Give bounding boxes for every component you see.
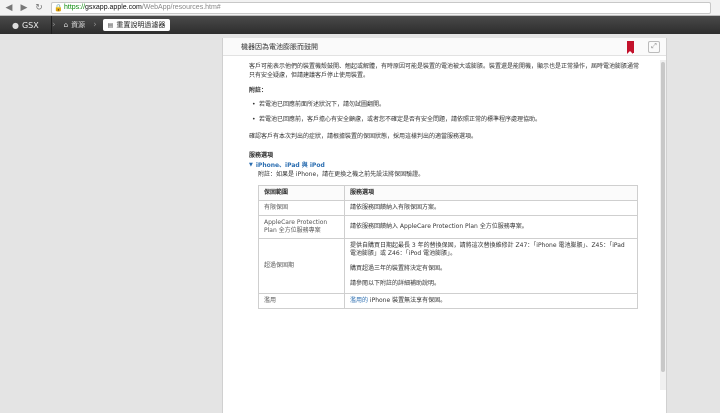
article-body: 客戶可能表示他們的裝置機殼鼓開、翹起或解體，有時原因可能是裝置的電池被大或膨脹。…: [223, 56, 643, 309]
determine-paragraph: 確認客戶有本次判出的症狀，請根據裝置的保固狀態，採用這樣判出的適當服務選項。: [249, 133, 478, 140]
coverage-cell: 有限保固: [258, 200, 345, 216]
table-row: 有限保固 請依服務回饋納入有限保固方案。: [258, 200, 638, 216]
back-icon[interactable]: ◀: [3, 2, 15, 14]
product-title: iPhone、iPad 與 iPod: [255, 162, 325, 169]
service-options-table: 保固範圍 服務選項 有限保固 請依服務回饋納入有限保固方案。 AppleCare…: [258, 185, 638, 309]
coverage-cell: 超過保固期: [258, 238, 345, 294]
breadcrumb-home[interactable]: ⌂ 資源: [56, 16, 93, 34]
option-line: 購買超過三年的裝置將決定有保固。: [350, 265, 447, 272]
home-icon: ⌂: [63, 21, 69, 29]
breadcrumb-current[interactable]: ▤ 重置說明過濾器: [102, 19, 171, 31]
table-row: 超過保固期 提供自購買日期起最長 3 年的替換保固，請將這次替換維修計 Z47：…: [258, 238, 638, 294]
breadcrumb-current-label: 重置說明過濾器: [116, 21, 166, 29]
service-heading: 服務選項: [249, 152, 274, 159]
option-line: 請參閱以下附註的詳細補助說明。: [350, 280, 441, 287]
bookmark-icon[interactable]: [627, 40, 634, 54]
option-cell: 請依服務回饋納入 AppleCare Protection Plan 全方位服務…: [344, 215, 638, 239]
url-scheme: https://: [64, 4, 86, 11]
table-header: 保固範圍: [258, 185, 345, 201]
option-text: iPhone 裝置無法享有保固。: [368, 297, 447, 304]
breadcrumb-home-label: 資源: [71, 21, 86, 29]
option-cell: 提供自購買日期起最長 3 年的替換保固，請將這次替換維修計 Z47：「iPhon…: [344, 238, 638, 294]
expand-icon[interactable]: ⤢: [648, 40, 660, 53]
intro-paragraph: 客戶可能表示他們的裝置機殼鼓開、翹起或解體，有時原因可能是裝置的電池被大或膨脹。…: [249, 63, 640, 79]
scrollbar-thumb[interactable]: [661, 62, 665, 372]
reload-icon[interactable]: ↻: [33, 2, 45, 14]
url-path: /WebApp/resources.htm#: [141, 4, 221, 11]
breadcrumb-separator-icon: ›: [93, 20, 97, 30]
article-panel: 機器因為電池膨脹而鼓開 ⤢ 客戶可能表示他們的裝置機殼鼓開、翹起或解體，有時原因…: [222, 38, 667, 413]
table-header: 服務選項: [344, 185, 638, 201]
triangle-down-icon: ▼: [249, 162, 253, 168]
forward-icon[interactable]: ▶: [18, 2, 30, 14]
url-input[interactable]: 🔒 https:// gsxapp.apple.com /WebApp/reso…: [51, 1, 711, 14]
option-cell: 濫用的 iPhone 裝置無法享有保固。: [344, 293, 638, 309]
abuse-link[interactable]: 濫用的: [350, 297, 368, 304]
article-header: 機器因為電池膨脹而鼓開 ⤢: [223, 38, 666, 56]
product-note: 附註：如果是 iPhone，請在更換之機之前先設法將保固驗證。: [258, 171, 425, 178]
browser-address-bar: ◀ ▶ ↻ 🔒 https:// gsxapp.apple.com /WebAp…: [0, 0, 720, 16]
option-line: 提供自購買日期起最長 3 年的替換保固，請將這次替換維修計 Z47：「iPhon…: [350, 242, 625, 257]
option-cell: 請依服務回饋納入有限保固方案。: [344, 200, 638, 216]
gsx-logo[interactable]: ● GSX: [0, 16, 52, 34]
coverage-cell: 濫用: [258, 293, 345, 309]
table-row: 濫用 濫用的 iPhone 裝置無法享有保固。: [258, 293, 638, 309]
url-host: gsxapp.apple.com: [85, 4, 142, 11]
product-toggle[interactable]: ▼ iPhone、iPad 與 iPod: [249, 161, 643, 170]
top-navigation: ● GSX › ⌂ 資源 › ▤ 重置說明過濾器: [0, 16, 720, 34]
document-icon: ▤: [107, 21, 114, 29]
list-item: 若電池已回應前面所述狀況下，請勿試圖翻開。: [252, 100, 643, 109]
note-heading: 附註：: [249, 87, 268, 94]
table-header-row: 保固範圍 服務選項: [258, 185, 638, 201]
notes-list: 若電池已回應前面所述狀況下，請勿試圖翻開。 若電池已回應前，客戶擔心有安全顧慮，…: [249, 100, 643, 124]
lock-icon: 🔒: [54, 4, 63, 12]
table-row: AppleCare Protection Plan 全方位服務專案 請依服務回饋…: [258, 215, 638, 239]
list-item: 若電池已回應前，客戶擔心有安全顧慮，或者您不確定是否有安全問題，請依照正常的標準…: [252, 115, 643, 124]
coverage-cell: AppleCare Protection Plan 全方位服務專案: [258, 215, 345, 239]
article-title: 機器因為電池膨脹而鼓開: [241, 42, 318, 51]
apple-icon: ●: [12, 20, 19, 30]
brand-label: GSX: [21, 20, 39, 30]
